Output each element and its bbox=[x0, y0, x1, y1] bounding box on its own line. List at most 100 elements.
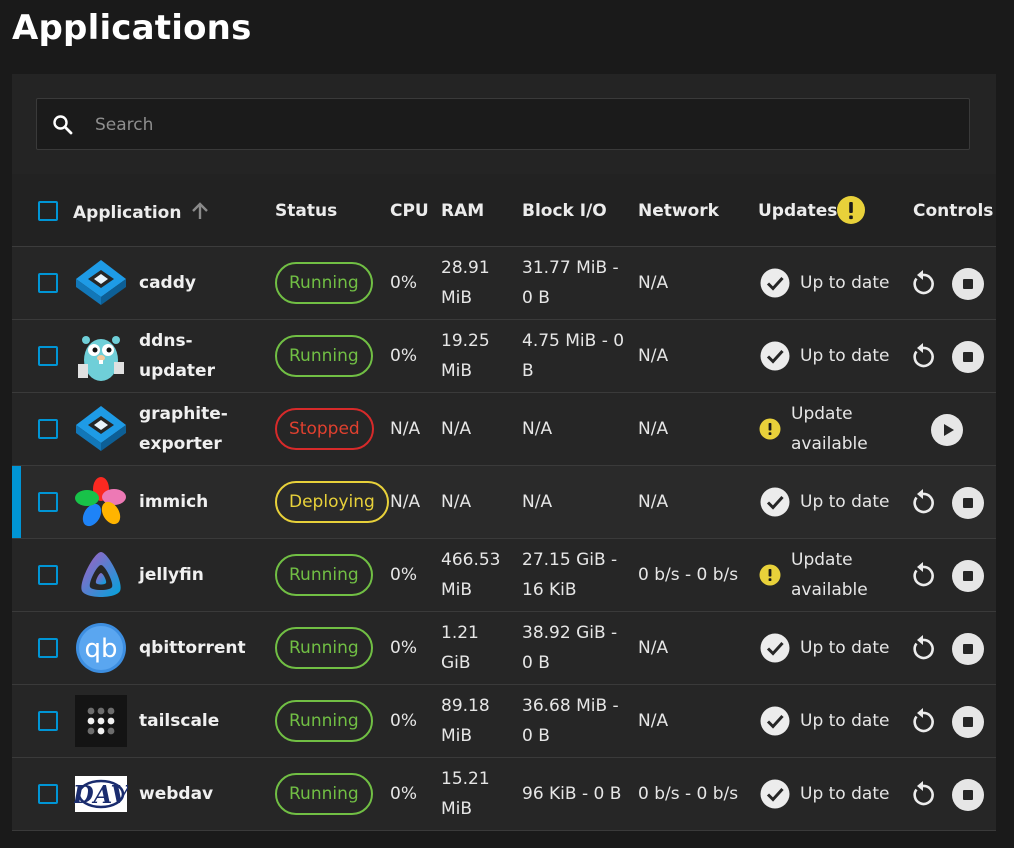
app-name[interactable]: tailscale bbox=[139, 706, 239, 736]
applications-table: Application Status CPU RAM Block I/O Net… bbox=[12, 174, 996, 831]
check-circle-icon bbox=[760, 779, 790, 809]
column-header-cpu[interactable]: CPU bbox=[390, 198, 429, 224]
update-status-cont: available bbox=[791, 434, 868, 454]
column-header-application[interactable]: Application bbox=[73, 198, 209, 226]
column-header-network[interactable]: Network bbox=[638, 198, 719, 224]
block-io-value-cont: 0 B bbox=[522, 653, 550, 673]
status-badge: Running bbox=[275, 700, 373, 742]
table-header: Application Status CPU RAM Block I/O Net… bbox=[12, 174, 996, 247]
ram-unit: MiB bbox=[441, 726, 473, 746]
block-io-value: 31.77 MiB - bbox=[522, 258, 619, 278]
row-checkbox[interactable] bbox=[38, 273, 58, 293]
restart-icon[interactable] bbox=[907, 341, 939, 373]
ram-unit: MiB bbox=[441, 799, 473, 819]
app-name-cont[interactable]: updater bbox=[139, 356, 239, 386]
column-header-updates[interactable]: Updates bbox=[758, 196, 865, 224]
jellyfin-logo-icon bbox=[81, 552, 121, 597]
status-badge: Running bbox=[275, 773, 373, 815]
update-status: Up to date bbox=[800, 492, 890, 512]
restart-icon[interactable] bbox=[907, 706, 939, 738]
warning-icon bbox=[837, 196, 865, 224]
app-name-cont[interactable]: exporter bbox=[139, 429, 239, 459]
column-header-ram[interactable]: RAM bbox=[441, 198, 484, 224]
network-value: N/A bbox=[638, 419, 669, 439]
stop-button[interactable] bbox=[952, 268, 984, 300]
app-name[interactable]: jellyfin bbox=[139, 560, 239, 590]
status-badge: Stopped bbox=[275, 408, 374, 450]
stop-button[interactable] bbox=[952, 706, 984, 738]
stop-button[interactable] bbox=[952, 341, 984, 373]
check-circle-icon bbox=[760, 633, 790, 663]
gopher-logo-icon bbox=[78, 336, 124, 381]
restart-icon[interactable] bbox=[907, 560, 939, 592]
restart-icon[interactable] bbox=[907, 779, 939, 811]
stop-button[interactable] bbox=[952, 633, 984, 665]
block-io-value: N/A bbox=[522, 419, 553, 439]
block-io-value: 27.15 GiB - bbox=[522, 550, 618, 570]
app-name[interactable]: immich bbox=[139, 487, 239, 517]
block-io-value-cont: B bbox=[522, 361, 534, 381]
column-header-status[interactable]: Status bbox=[275, 198, 337, 224]
table-row[interactable]: graphite- exporter Stopped N/A N/A N/A N… bbox=[12, 393, 996, 466]
column-header-block-io[interactable]: Block I/O bbox=[522, 198, 607, 224]
row-checkbox[interactable] bbox=[38, 492, 58, 512]
app-name[interactable]: caddy bbox=[139, 268, 239, 298]
row-checkbox[interactable] bbox=[38, 711, 58, 731]
ram-value: N/A bbox=[441, 492, 472, 512]
app-name[interactable]: ddns- bbox=[139, 326, 239, 356]
app-name[interactable]: qbittorrent bbox=[139, 633, 246, 663]
page-title: Applications bbox=[12, 8, 252, 48]
cpu-value: 0% bbox=[390, 346, 417, 366]
update-status: Up to date bbox=[800, 784, 890, 804]
cpu-value: N/A bbox=[390, 492, 421, 512]
warning-icon bbox=[759, 564, 781, 586]
row-checkbox[interactable] bbox=[38, 784, 58, 804]
svg-text:DAV: DAV bbox=[74, 780, 128, 809]
table-row[interactable]: ddns- updater Running 0% 19.25 MiB 4.75 … bbox=[12, 320, 996, 393]
search-box[interactable] bbox=[36, 98, 970, 151]
tailscale-logo-icon bbox=[75, 695, 127, 747]
ram-value: 89.18 bbox=[441, 696, 490, 716]
table-row[interactable]: jellyfin Running 0% 466.53 MiB 27.15 GiB… bbox=[12, 539, 996, 612]
update-status: Up to date bbox=[800, 273, 890, 293]
row-checkbox[interactable] bbox=[38, 565, 58, 585]
webdav-logo-icon: DAV bbox=[74, 776, 128, 812]
select-all-checkbox[interactable] bbox=[38, 201, 58, 221]
row-checkbox[interactable] bbox=[38, 638, 58, 658]
table-row[interactable]: tailscale Running 0% 89.18 MiB 36.68 MiB… bbox=[12, 685, 996, 758]
immich-logo-icon bbox=[75, 477, 126, 527]
status-badge: Running bbox=[275, 627, 373, 669]
restart-icon[interactable] bbox=[907, 487, 939, 519]
stop-button[interactable] bbox=[952, 560, 984, 592]
ram-unit: MiB bbox=[441, 580, 473, 600]
table-row[interactable]: immich Deploying N/A N/A N/A N/A Up to d… bbox=[12, 466, 996, 539]
table-row[interactable]: DAV webdav Running 0% 15.21 MiB 96 KiB -… bbox=[12, 758, 996, 831]
update-status: Update bbox=[791, 550, 853, 570]
stop-button[interactable] bbox=[952, 779, 984, 811]
restart-icon[interactable] bbox=[907, 268, 939, 300]
app-name[interactable]: graphite- bbox=[139, 399, 239, 429]
ram-value: 466.53 bbox=[441, 550, 501, 570]
update-status: Up to date bbox=[800, 711, 890, 731]
block-io-value: N/A bbox=[522, 492, 553, 512]
network-value: N/A bbox=[638, 273, 669, 293]
app-name[interactable]: webdav bbox=[139, 779, 239, 809]
block-io-value: 38.92 GiB - bbox=[522, 623, 618, 643]
table-row[interactable]: caddy Running 0% 28.91 MiB 31.77 MiB - 0… bbox=[12, 247, 996, 320]
network-value: N/A bbox=[638, 492, 669, 512]
block-io-value-cont: 0 B bbox=[522, 726, 550, 746]
ram-value: N/A bbox=[441, 419, 472, 439]
restart-icon[interactable] bbox=[907, 633, 939, 665]
status-badge: Running bbox=[275, 335, 373, 377]
start-button[interactable] bbox=[931, 414, 963, 446]
ram-value: 1.21 bbox=[441, 623, 479, 643]
cpu-value: 0% bbox=[390, 273, 417, 293]
update-status: Update bbox=[791, 404, 853, 424]
table-row[interactable]: qb qbittorrent Running 0% 1.21 GiB 38.92… bbox=[12, 612, 996, 685]
row-checkbox[interactable] bbox=[38, 419, 58, 439]
cpu-value: N/A bbox=[390, 419, 421, 439]
row-checkbox[interactable] bbox=[38, 346, 58, 366]
stop-button[interactable] bbox=[952, 487, 984, 519]
search-input[interactable] bbox=[93, 99, 957, 151]
caddy-logo-icon bbox=[76, 406, 126, 451]
